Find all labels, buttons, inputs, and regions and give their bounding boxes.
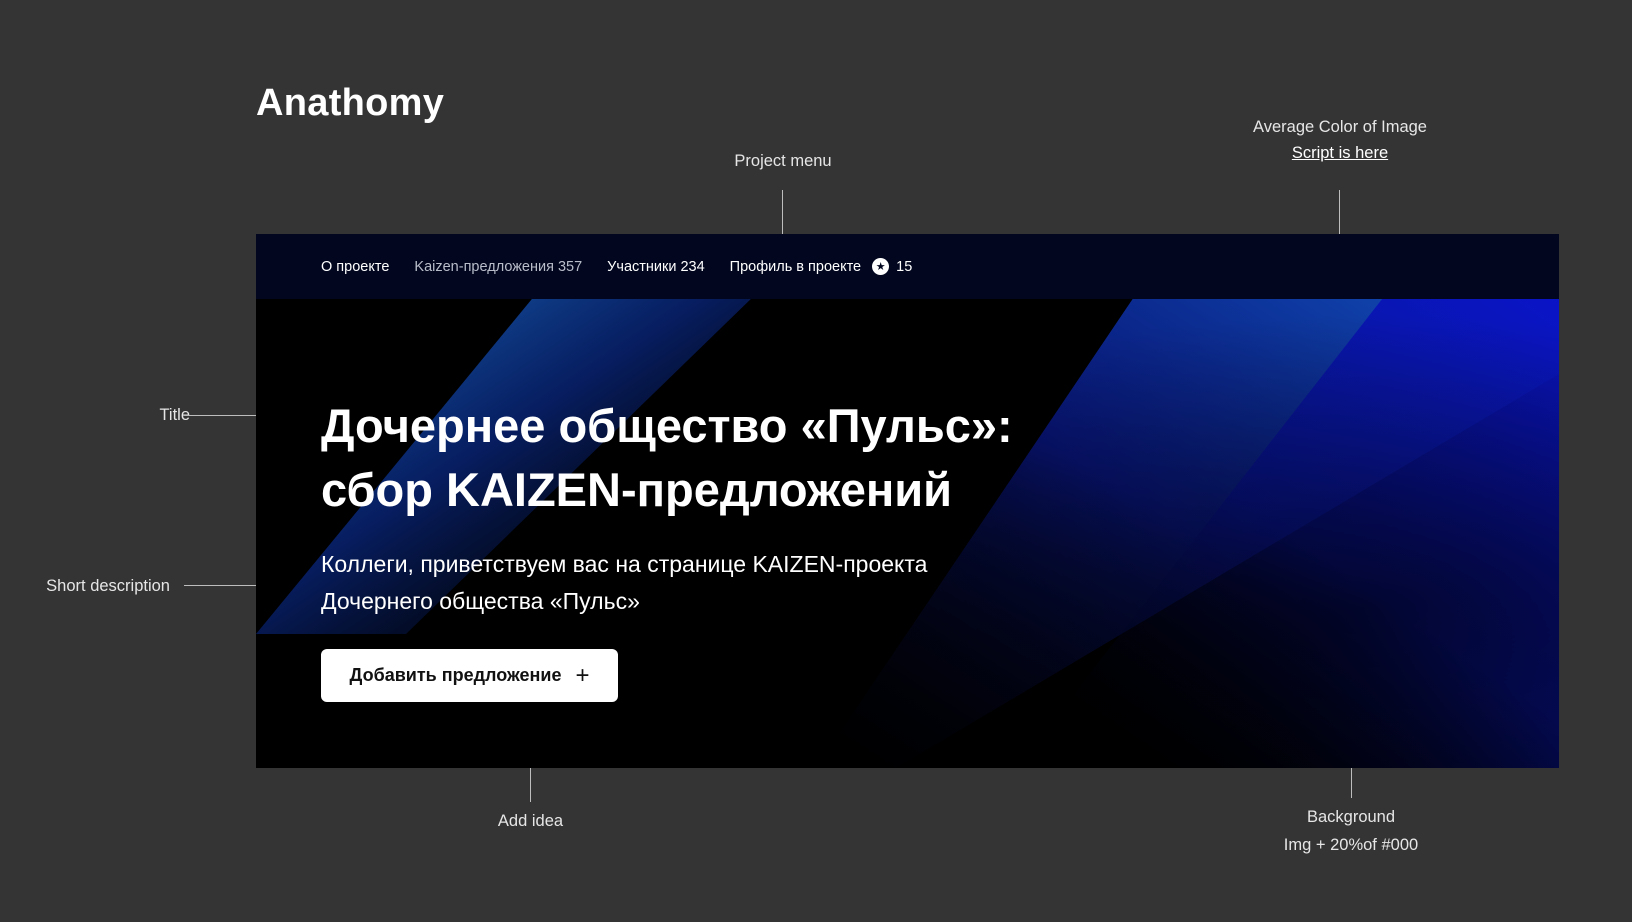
hero-description: Коллеги, приветствуем вас на странице KA… bbox=[321, 546, 1221, 620]
add-proposal-button[interactable]: Добавить предложение + bbox=[321, 649, 618, 702]
hero-title-line-1: Дочернее общество «Пульс»: bbox=[321, 399, 1013, 452]
nav-item-profile[interactable]: Профиль в проекте ★ 15 bbox=[729, 258, 913, 275]
nav-item-participants[interactable]: Участники 234 bbox=[607, 259, 705, 275]
annotation-average-color: Average Color of Image Script is here bbox=[1230, 114, 1450, 166]
project-menu: О проекте Kaizen-предложения 357 Участни… bbox=[256, 234, 1559, 299]
script-link[interactable]: Script is here bbox=[1230, 140, 1450, 166]
hero-description-line-2: Дочернего общества «Пульс» bbox=[321, 588, 640, 614]
annotation-add-idea: Add idea bbox=[497, 812, 564, 830]
annotation-background-label: Background bbox=[1306, 808, 1396, 826]
nav-item-profile-label: Профиль в проекте bbox=[729, 258, 862, 275]
project-hero: О проекте Kaizen-предложения 357 Участни… bbox=[256, 234, 1559, 768]
hero-description-line-1: Коллеги, приветствуем вас на странице KA… bbox=[321, 551, 928, 577]
annotation-title: Title bbox=[159, 406, 190, 424]
hero-title: Дочернее общество «Пульс»: сбор KAIZEN-п… bbox=[321, 394, 1221, 522]
annotation-short-description: Short description bbox=[46, 577, 170, 595]
nav-item-kaizen-proposals[interactable]: Kaizen-предложения 357 bbox=[414, 259, 582, 275]
annotation-project-menu: Project menu bbox=[734, 152, 832, 170]
page-title: Anathomy bbox=[256, 82, 445, 124]
nav-item-about[interactable]: О проекте bbox=[321, 259, 389, 275]
annotation-background-formula: Img + 20%of #000 bbox=[1283, 836, 1419, 854]
star-count: 15 bbox=[896, 258, 913, 275]
star-icon: ★ bbox=[872, 258, 890, 275]
plus-icon: + bbox=[575, 661, 590, 689]
hero-title-line-2: сбор KAIZEN-предложений bbox=[321, 463, 953, 516]
annotation-background: Background Img + 20%of #000 bbox=[1250, 804, 1452, 858]
annotation-average-color-label: Average Color of Image bbox=[1253, 118, 1427, 136]
add-proposal-button-label: Добавить предложение bbox=[349, 665, 562, 685]
